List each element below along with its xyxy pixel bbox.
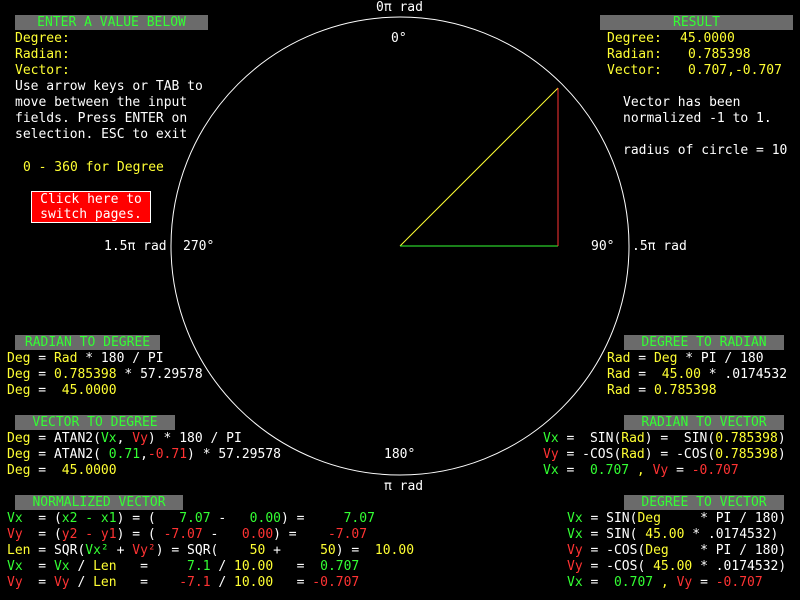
normalized-line-2: Vy = (y2 - y1) = ( -7.07 - 0.00) = -7.07 [7, 527, 368, 542]
radian-input-label[interactable]: Radian: [15, 47, 70, 63]
deg-to-rad-title: DEGREE TO RADIAN [624, 335, 784, 350]
hypotenuse-line [399, 87, 559, 247]
deg-to-rad-line-1: Rad = Deg * PI / 180 [607, 351, 764, 366]
result-radian-label: Radian: [607, 47, 662, 62]
normalized-line-4: Vx = Vx / Len = 7.1 / 10.00 = 0.707 [7, 559, 360, 574]
top-deg-label: 0° [391, 31, 407, 46]
normalized-line-1: Vx = (x2 - x1) = ( 7.07 - 0.00) = 7.07 [7, 511, 375, 526]
deg-to-rad-line-2: Rad = 45.00 * .0174532 [607, 367, 788, 382]
rad-to-deg-title: RADIAN TO DEGREE [15, 335, 160, 350]
normalized-line-5: Vy = Vy / Len = -7.1 / 10.00 = -0.707 [7, 575, 360, 590]
normalized-note-1: Vector has been [623, 95, 741, 110]
result-vector-label: Vector: [607, 63, 662, 78]
deg-to-vec-line-5: Vx = 0.707 , Vy = -0.707 [567, 575, 763, 590]
help-line-2: move between the input [15, 95, 188, 110]
normalized-line-3: Len = SQR(Vx² + Vy²) = SQR( 50 + 50) = 1… [7, 543, 415, 558]
rad-to-deg-line-3: Deg = 45.0000 [7, 383, 117, 398]
switch-pages-button-line2: switch pages. [40, 207, 142, 222]
vec-to-deg-line-1: Deg = ATAN2(Vx, Vy) * 180 / PI [7, 431, 242, 446]
rad-to-deg-line-2: Deg = 0.785398 * 57.29578 [7, 367, 203, 382]
help-line-3: fields. Press ENTER on [15, 111, 188, 126]
normalized-note-2: normalized -1 to 1. [623, 111, 772, 126]
right-rad-label: .5π rad [632, 239, 687, 254]
bottom-deg-label: 180° [384, 447, 416, 462]
result-vector-value: 0.707,-0.707 [688, 63, 782, 78]
deg-to-vec-line-1: Vx = SIN(Deg * PI / 180) [567, 511, 787, 526]
result-degree-label: Degree: [607, 31, 662, 46]
vec-to-deg-line-3: Deg = 45.0000 [7, 463, 117, 478]
result-panel-title: RESULT [600, 15, 793, 30]
bottom-rad-label: π rad [384, 479, 424, 494]
vec-to-deg-title: VECTOR TO DEGREE [15, 415, 175, 430]
rad-to-deg-line-1: Deg = Rad * 180 / PI [7, 351, 164, 366]
vec-to-deg-line-2: Deg = ATAN2( 0.71,-0.71) * 57.29578 [7, 447, 281, 462]
left-rad-label: 1.5π rad [104, 239, 167, 254]
switch-pages-button[interactable]: Click here to switch pages. [31, 191, 151, 223]
result-radian-value: 0.785398 [688, 47, 751, 62]
switch-pages-button-line1: Click here to [40, 192, 142, 207]
rad-to-vec-line-3: Vx = 0.707 , Vy = -0.707 [543, 463, 739, 478]
help-line-1: Use arrow keys or TAB to [15, 79, 203, 94]
degree-input-label[interactable]: Degree: [15, 31, 70, 47]
radius-note: radius of circle = 10 [623, 143, 788, 158]
rad-to-vec-line-1: Vx = SIN(Rad) = SIN(0.785398) [543, 431, 786, 446]
result-degree-value: 45.0000 [680, 31, 735, 46]
deg-to-vec-title: DEGREE TO VECTOR [624, 495, 784, 510]
rad-to-vec-line-2: Vy = -COS(Rad) = -COS(0.785398) [543, 447, 786, 462]
left-deg-label: 270° [183, 239, 215, 254]
vector-input-label[interactable]: Vector: [15, 63, 70, 79]
normalized-vector-title: NORMALIZED VECTOR [15, 495, 183, 510]
top-rad-label: 0π rad [376, 0, 423, 15]
help-line-4: selection. ESC to exit [15, 127, 188, 142]
rad-to-vec-title: RADIAN TO VECTOR [624, 415, 784, 430]
right-deg-label: 90° [591, 239, 615, 254]
deg-to-vec-line-4: Vy = -COS( 45.00 * .0174532) [567, 559, 787, 574]
degree-range-hint: 0 - 360 for Degree [23, 160, 164, 175]
deg-to-rad-line-3: Rad = 0.785398 [607, 383, 717, 398]
deg-to-vec-line-2: Vx = SIN( 45.00 * .0174532) [567, 527, 779, 542]
deg-to-vec-line-3: Vy = -COS(Deg * PI / 180) [567, 543, 787, 558]
enter-panel-title: ENTER A VALUE BELOW [15, 15, 208, 30]
